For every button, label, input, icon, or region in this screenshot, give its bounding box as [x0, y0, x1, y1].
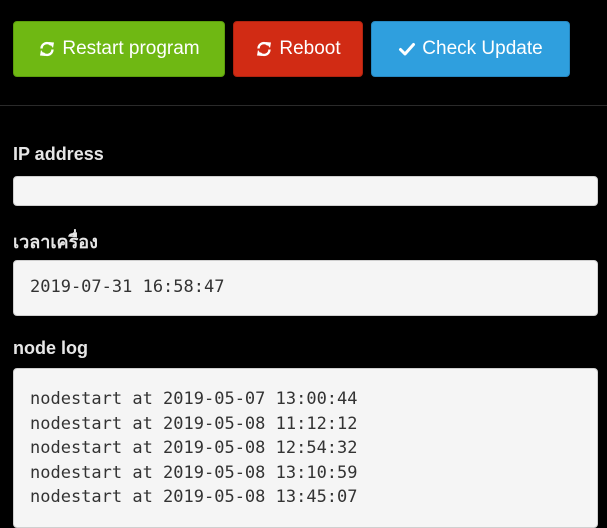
log-line: nodestart at 2019-05-07 13:00:44: [30, 389, 358, 409]
machine-time-label: เวลาเครื่อง: [13, 232, 98, 252]
action-toolbar: Restart program Reboot Check Update: [13, 21, 570, 77]
log-line: nodestart at 2019-05-08 12:54:32: [30, 438, 358, 458]
restart-program-button[interactable]: Restart program: [13, 21, 225, 77]
machine-time-field[interactable]: 2019-07-31 16:58:47: [13, 260, 598, 316]
reboot-label: Reboot: [279, 38, 341, 59]
refresh-icon: [255, 40, 273, 58]
log-line: nodestart at 2019-05-08 13:45:07: [30, 487, 358, 507]
check-update-label: Check Update: [422, 38, 543, 59]
reboot-button[interactable]: Reboot: [233, 21, 363, 77]
check-update-button[interactable]: Check Update: [371, 21, 570, 77]
log-line: nodestart at 2019-05-08 13:10:59: [30, 462, 358, 483]
ip-address-field[interactable]: [13, 176, 598, 206]
restart-program-label: Restart program: [62, 38, 200, 59]
ip-address-label: IP address: [13, 144, 104, 164]
section-divider: [0, 105, 607, 106]
node-log-label: node log: [13, 338, 88, 358]
refresh-icon: [38, 40, 56, 58]
node-log-field[interactable]: nodestart at 2019-05-07 13:00:44 nodesta…: [13, 368, 598, 528]
checkmark-icon: [398, 40, 416, 58]
log-line: nodestart at 2019-05-08 11:12:12: [30, 413, 358, 434]
machine-time-value: 2019-07-31 16:58:47: [30, 277, 225, 297]
